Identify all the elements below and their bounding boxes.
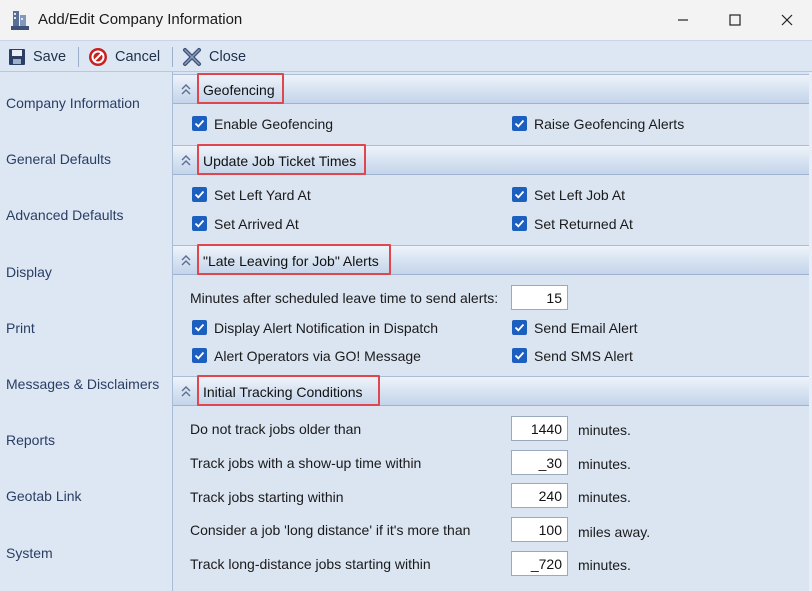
- maximize-icon: [729, 14, 741, 26]
- tracking-unit: minutes.: [578, 557, 631, 573]
- collapse-chevron-icon: [181, 255, 191, 266]
- sidebar-item-print[interactable]: Print: [6, 320, 35, 336]
- cancel-button[interactable]: Cancel: [88, 41, 160, 72]
- section-title: "Late Leaving for Job" Alerts: [203, 253, 379, 269]
- checkmark-icon: [514, 190, 525, 199]
- enable-geofencing-label: Enable Geofencing: [214, 116, 334, 132]
- set-left-job-checkbox[interactable]: [512, 187, 527, 202]
- tracking-value-input[interactable]: [511, 551, 568, 576]
- toolbar: Save Cancel Close: [0, 40, 812, 72]
- set-left-job-label: Set Left Job At: [534, 187, 626, 203]
- sidebar-item-display[interactable]: Display: [6, 264, 52, 280]
- title-bar: Add/Edit Company Information: [0, 0, 812, 40]
- save-icon: [9, 48, 25, 65]
- checkmark-icon: [194, 351, 205, 360]
- sidebar-item-company-information[interactable]: Company Information: [6, 95, 140, 111]
- minimize-button[interactable]: [660, 0, 706, 40]
- send-sms-alert-label: Send SMS Alert: [534, 348, 633, 364]
- section-header-update-job-ticket-times[interactable]: Update Job Ticket Times: [173, 145, 810, 175]
- main-panel: Geofencing Enable Geofencing Raise Geofe…: [172, 72, 812, 591]
- send-email-alert-label: Send Email Alert: [534, 320, 638, 336]
- close-icon: [781, 14, 793, 26]
- sidebar-item-system[interactable]: System: [6, 545, 53, 561]
- checkmark-icon: [194, 190, 205, 199]
- toolbar-separator: [78, 47, 79, 67]
- minutes-after-label: Minutes after scheduled leave time to se…: [190, 290, 499, 306]
- close-window-button[interactable]: [764, 0, 810, 40]
- tracking-value-input[interactable]: [511, 416, 568, 441]
- checkmark-icon: [514, 351, 525, 360]
- tracking-value-input[interactable]: [511, 450, 568, 475]
- checkmark-icon: [514, 219, 525, 228]
- tracking-unit: miles away.: [578, 524, 651, 540]
- close-x-icon: [183, 47, 201, 66]
- minimize-icon: [678, 19, 688, 21]
- app-icon: [10, 9, 30, 31]
- tracking-row-label: Track long-distance jobs starting within: [190, 556, 431, 572]
- tracking-row-label: Do not track jobs older than: [190, 421, 362, 437]
- collapse-chevron-icon: [181, 155, 191, 166]
- section-header-geofencing[interactable]: Geofencing: [173, 74, 810, 104]
- section-header-initial-tracking[interactable]: Initial Tracking Conditions: [173, 376, 810, 406]
- set-arrived-checkbox[interactable]: [192, 216, 207, 231]
- close-button[interactable]: Close: [182, 41, 246, 72]
- checkmark-icon: [194, 119, 205, 128]
- send-sms-alert-checkbox[interactable]: [512, 348, 527, 363]
- window-title: Add/Edit Company Information: [38, 11, 243, 28]
- sidebar: Company Information General Defaults Adv…: [0, 72, 172, 591]
- alert-operators-go-label: Alert Operators via GO! Message: [214, 348, 421, 364]
- set-returned-checkbox[interactable]: [512, 216, 527, 231]
- section-title: Geofencing: [203, 82, 275, 98]
- section-header-late-leaving-alerts[interactable]: "Late Leaving for Job" Alerts: [173, 245, 810, 275]
- cancel-icon: [89, 47, 107, 66]
- maximize-button[interactable]: [712, 0, 758, 40]
- section-title: Initial Tracking Conditions: [203, 384, 363, 400]
- checkmark-icon: [194, 323, 205, 332]
- checkmark-icon: [514, 119, 525, 128]
- display-alert-dispatch-checkbox[interactable]: [192, 320, 207, 335]
- checkmark-icon: [514, 323, 525, 332]
- raise-geofencing-alerts-checkbox[interactable]: [512, 116, 527, 131]
- display-alert-dispatch-label: Display Alert Notification in Dispatch: [214, 320, 439, 336]
- minutes-after-input[interactable]: [511, 285, 568, 310]
- section-title: Update Job Ticket Times: [203, 153, 357, 169]
- tracking-row-label: Track jobs starting within: [190, 489, 344, 505]
- collapse-chevron-icon: [181, 84, 191, 95]
- tracking-unit: minutes.: [578, 489, 631, 505]
- set-arrived-label: Set Arrived At: [214, 216, 299, 232]
- toolbar-separator: [172, 47, 173, 67]
- sidebar-item-messages-disclaimers[interactable]: Messages & Disclaimers: [6, 376, 159, 392]
- sidebar-item-advanced-defaults[interactable]: Advanced Defaults: [6, 207, 124, 223]
- set-left-yard-checkbox[interactable]: [192, 187, 207, 202]
- sidebar-item-general-defaults[interactable]: General Defaults: [6, 151, 111, 167]
- save-button[interactable]: Save: [8, 41, 66, 72]
- sidebar-item-geotab-link[interactable]: Geotab Link: [6, 488, 82, 504]
- tracking-row-label: Consider a job 'long distance' if it's m…: [190, 522, 471, 538]
- sidebar-item-reports[interactable]: Reports: [6, 432, 55, 448]
- set-returned-label: Set Returned At: [534, 216, 633, 232]
- raise-geofencing-alerts-label: Raise Geofencing Alerts: [534, 116, 685, 132]
- send-email-alert-checkbox[interactable]: [512, 320, 527, 335]
- tracking-value-input[interactable]: [511, 517, 568, 542]
- tracking-unit: minutes.: [578, 456, 631, 472]
- set-left-yard-label: Set Left Yard At: [214, 187, 311, 203]
- collapse-chevron-icon: [181, 386, 191, 397]
- enable-geofencing-checkbox[interactable]: [192, 116, 207, 131]
- alert-operators-go-checkbox[interactable]: [192, 348, 207, 363]
- tracking-value-input[interactable]: [511, 483, 568, 508]
- tracking-unit: minutes.: [578, 422, 631, 438]
- tracking-row-label: Track jobs with a show-up time within: [190, 455, 422, 471]
- checkmark-icon: [194, 219, 205, 228]
